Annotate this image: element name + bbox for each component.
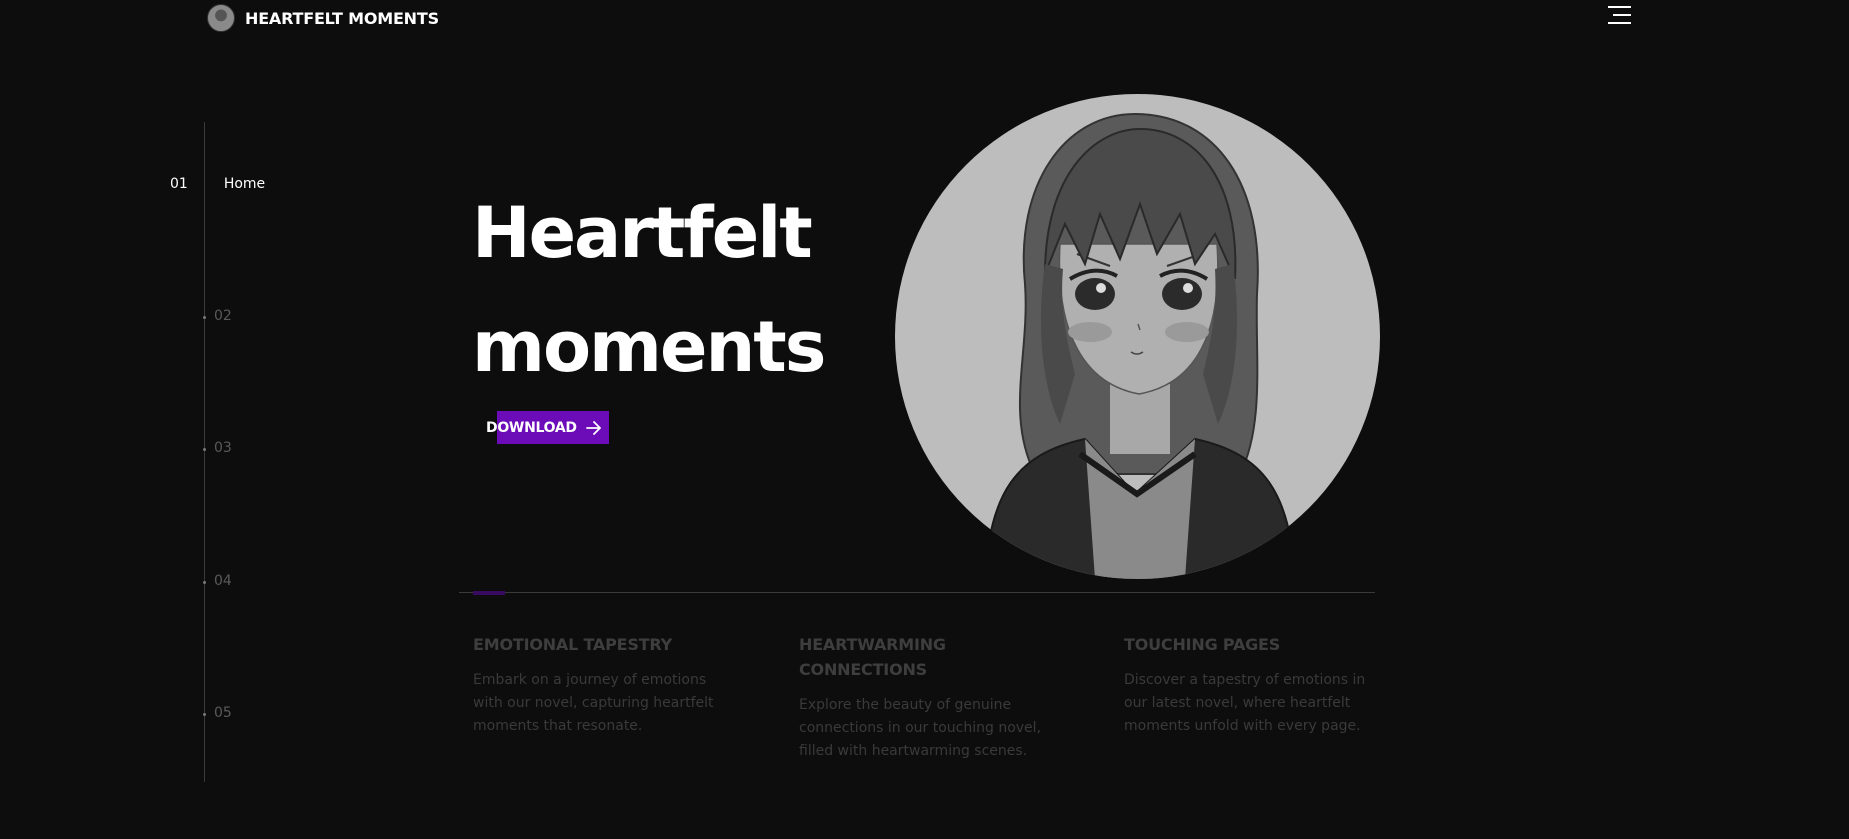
feature-text: Explore the beauty of genuine connection… bbox=[799, 697, 1042, 759]
anime-girl-portrait bbox=[895, 94, 1380, 579]
side-nav-item-05[interactable]: 05 bbox=[214, 705, 232, 721]
hamburger-icon-bar bbox=[1613, 14, 1631, 16]
feature-title: EMOTIONAL TAPESTRY bbox=[473, 635, 673, 654]
feature-text: Embark on a journey of emotions with our… bbox=[473, 672, 714, 734]
side-nav-item-04[interactable]: 04 bbox=[214, 573, 232, 589]
side-nav-dot bbox=[203, 316, 206, 319]
side-nav-dot bbox=[203, 581, 206, 584]
hero-title: Heartfelt moments bbox=[472, 176, 892, 404]
portrait-illustration bbox=[983, 112, 1297, 579]
section-divider bbox=[459, 592, 1375, 593]
hero-title-line2: moments bbox=[472, 306, 826, 388]
brand-title: HEARTFELT MOMENTS bbox=[245, 8, 439, 28]
side-nav-line bbox=[204, 122, 205, 782]
download-label: DOWNLOAD bbox=[486, 419, 577, 436]
side-nav-dot bbox=[203, 448, 206, 451]
arrow-right-icon bbox=[585, 420, 601, 435]
side-nav-number: 01 bbox=[170, 176, 188, 192]
hero-title-line1: Heartfelt bbox=[472, 192, 813, 274]
side-nav-number: 04 bbox=[214, 573, 232, 589]
side-nav-item-03[interactable]: 03 bbox=[214, 440, 232, 456]
feature-card: EMOTIONAL TAPESTRY Embark on a journey o… bbox=[473, 632, 733, 738]
feature-title: TOUCHING PAGES bbox=[1124, 635, 1281, 654]
side-nav-label: Home bbox=[223, 176, 266, 192]
side-nav-item-02[interactable]: 02 bbox=[214, 308, 232, 324]
avatar-logo-icon bbox=[207, 4, 235, 32]
feature-text: Discover a tapestry of emotions in our l… bbox=[1124, 672, 1366, 734]
side-nav-item-home[interactable]: 01 Home bbox=[170, 176, 265, 192]
side-nav-dot bbox=[203, 713, 206, 716]
feature-title: HEARTWARMING CONNECTIONS bbox=[799, 635, 946, 679]
side-nav-number: 05 bbox=[214, 705, 232, 721]
divider-accent bbox=[473, 591, 505, 595]
side-nav-number: 03 bbox=[214, 440, 232, 456]
hamburger-icon bbox=[1608, 6, 1631, 8]
hamburger-icon-bar bbox=[1608, 22, 1631, 24]
side-nav-number: 02 bbox=[214, 308, 232, 324]
feature-card: TOUCHING PAGES Discover a tapestry of em… bbox=[1124, 632, 1384, 738]
brand[interactable]: HEARTFELT MOMENTS bbox=[207, 4, 439, 32]
download-button[interactable]: DOWNLOAD bbox=[486, 411, 609, 444]
feature-card: HEARTWARMING CONNECTIONS Explore the bea… bbox=[799, 632, 1059, 763]
hamburger-menu-button[interactable] bbox=[1608, 6, 1631, 24]
